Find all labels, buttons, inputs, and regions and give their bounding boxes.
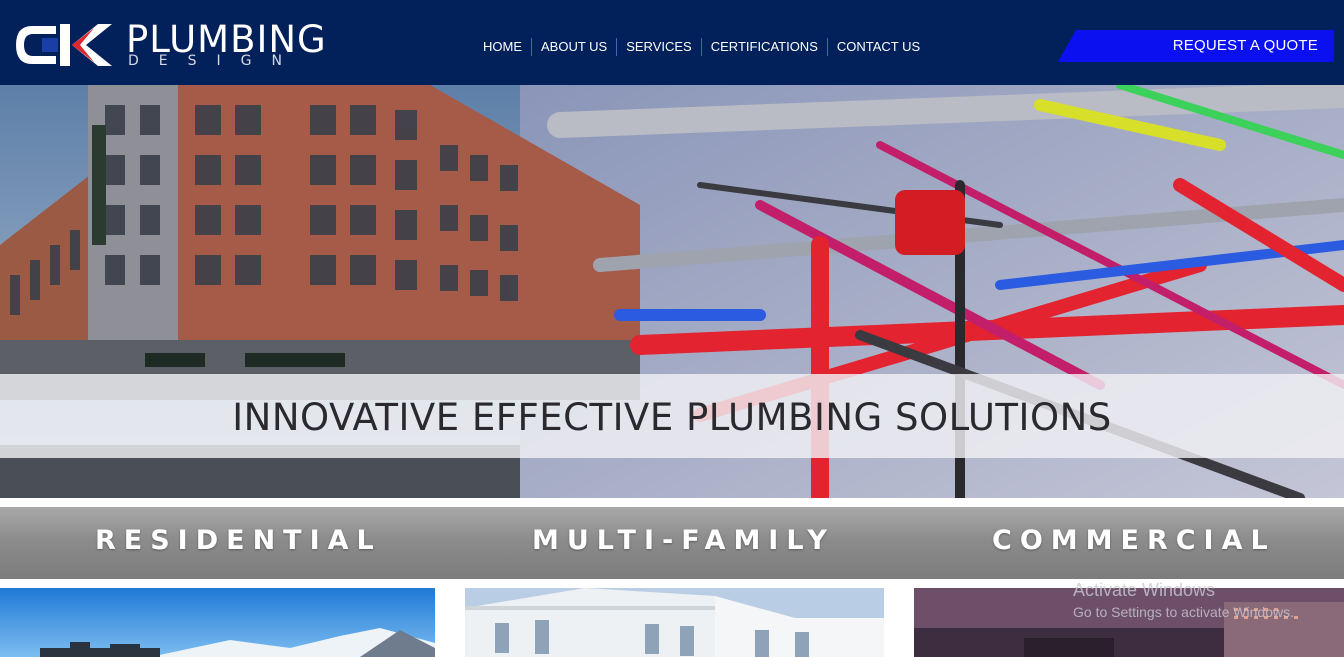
nav-certifications[interactable]: CERTIFICATIONS [702, 37, 827, 57]
category-strip: RESIDENTIAL MULTI-FAMILY COMMERCIAL [0, 507, 1344, 579]
nav-about-us[interactable]: ABOUT US [532, 37, 616, 57]
category-commercial[interactable]: COMMERCIAL [992, 525, 1276, 556]
hero-section: INNOVATIVE EFFECTIVE PLUMBING SOLUTIONS [0, 85, 1344, 498]
multi-family-thumbnail[interactable] [465, 588, 884, 657]
nav-contact-us[interactable]: CONTACT US [828, 37, 929, 57]
multi-family-thumbnail-image [465, 588, 884, 657]
site-header: PLUMBING DESIGN HOME ABOUT US SERVICES C… [0, 0, 1344, 85]
main-nav: HOME ABOUT US SERVICES CERTIFICATIONS CO… [474, 37, 929, 57]
nav-services[interactable]: SERVICES [617, 37, 701, 57]
hero-headline-banner: INNOVATIVE EFFECTIVE PLUMBING SOLUTIONS [0, 374, 1344, 458]
nav-home[interactable]: HOME [474, 37, 531, 57]
request-quote-label: REQUEST A QUOTE [1172, 37, 1318, 54]
residential-thumbnail[interactable] [0, 588, 435, 657]
category-residential[interactable]: RESIDENTIAL [95, 525, 382, 556]
logo-tagline: DESIGN [128, 53, 302, 69]
ck-logo-mark-icon [16, 24, 112, 66]
residential-thumbnail-image [0, 588, 435, 657]
windows-activation-subtitle: Go to Settings to activate Windows. [1073, 604, 1294, 620]
hero-headline: INNOVATIVE EFFECTIVE PLUMBING SOLUTIONS [232, 396, 1112, 439]
request-quote-button[interactable]: REQUEST A QUOTE [1058, 30, 1334, 62]
windows-activation-title: Activate Windows [1073, 580, 1216, 600]
site-logo[interactable]: PLUMBING DESIGN [14, 20, 334, 72]
category-multi-family[interactable]: MULTI-FAMILY [532, 525, 835, 556]
